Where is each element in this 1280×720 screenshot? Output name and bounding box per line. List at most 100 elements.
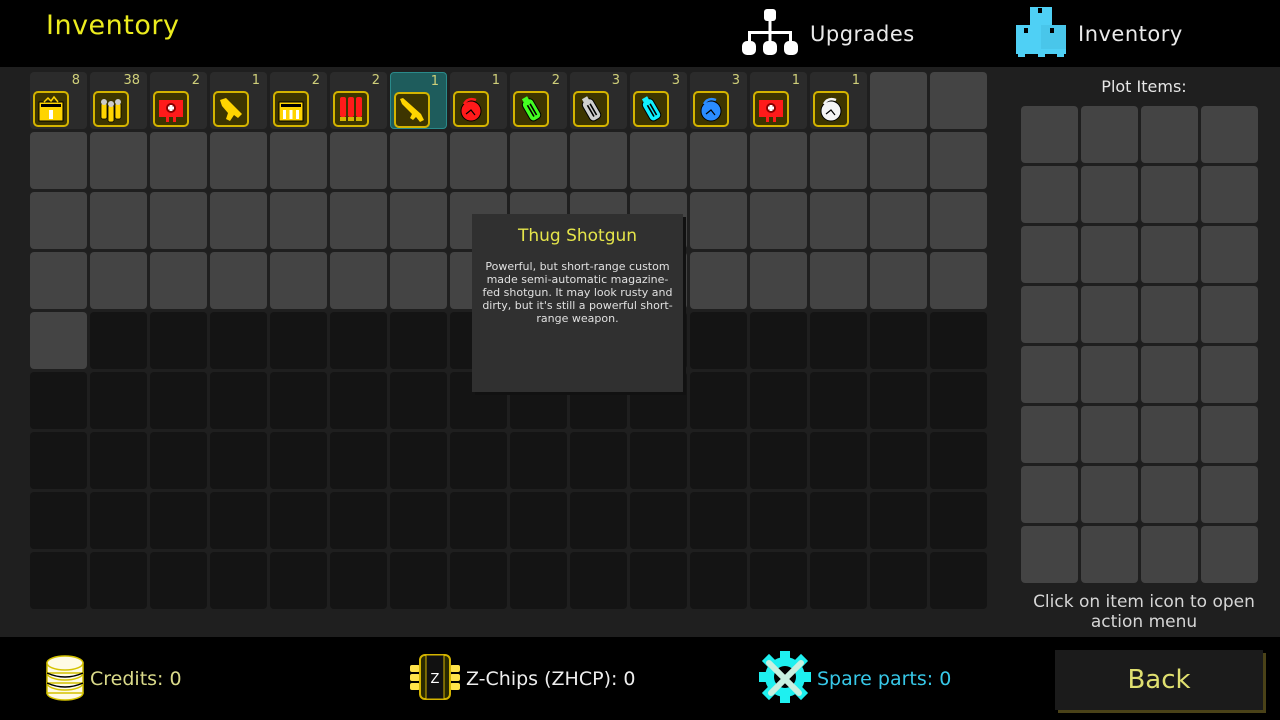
inventory-slot-empty[interactable]: [330, 252, 387, 309]
shotgun-icon[interactable]: [394, 92, 430, 128]
inventory-slot-empty[interactable]: [690, 132, 747, 189]
inventory-slot-item[interactable]: 2: [270, 72, 327, 129]
plot-item-slot[interactable]: [1201, 406, 1258, 463]
inventory-slot-empty[interactable]: [150, 192, 207, 249]
plot-item-slot[interactable]: [1141, 226, 1198, 283]
plot-item-slot[interactable]: [1021, 106, 1078, 163]
smg-icon[interactable]: [213, 91, 249, 127]
tab-upgrades[interactable]: Upgrades: [740, 8, 915, 60]
inventory-slot-empty[interactable]: [810, 132, 867, 189]
plot-item-slot[interactable]: [1141, 406, 1198, 463]
inventory-slot-empty[interactable]: [30, 132, 87, 189]
shells-icon[interactable]: [333, 91, 369, 127]
battery-pack-icon[interactable]: [33, 91, 69, 127]
inventory-slot-item[interactable]: 1: [450, 72, 507, 129]
inventory-slot-empty[interactable]: [30, 192, 87, 249]
inventory-slot-empty[interactable]: [870, 72, 927, 129]
plot-item-slot[interactable]: [1201, 106, 1258, 163]
inventory-slot-item[interactable]: 38: [90, 72, 147, 129]
canister-icon[interactable]: [573, 91, 609, 127]
plot-item-slot[interactable]: [1201, 286, 1258, 343]
inventory-slot-empty[interactable]: [210, 192, 267, 249]
plot-item-slot[interactable]: [1201, 166, 1258, 223]
plot-item-slot[interactable]: [1081, 166, 1138, 223]
inventory-slot-empty[interactable]: [570, 132, 627, 189]
inventory-slot-item[interactable]: 3: [570, 72, 627, 129]
inventory-slot-empty[interactable]: [750, 132, 807, 189]
canister-icon[interactable]: [513, 91, 549, 127]
inventory-slot-empty[interactable]: [270, 132, 327, 189]
inventory-slot-empty[interactable]: [390, 252, 447, 309]
plot-item-slot[interactable]: [1021, 286, 1078, 343]
plot-item-slot[interactable]: [1081, 286, 1138, 343]
inventory-slot-empty[interactable]: [210, 132, 267, 189]
inventory-slot-item[interactable]: 2: [150, 72, 207, 129]
inventory-slot-empty[interactable]: [930, 192, 987, 249]
inventory-slot-empty[interactable]: [270, 192, 327, 249]
inventory-slot-item[interactable]: 2: [510, 72, 567, 129]
inventory-slot-item[interactable]: 1: [750, 72, 807, 129]
plot-item-slot[interactable]: [1021, 466, 1078, 523]
inventory-slot-empty[interactable]: [330, 192, 387, 249]
inventory-slot-item[interactable]: 1: [390, 72, 447, 129]
inventory-slot-empty[interactable]: [30, 252, 87, 309]
inventory-slot-empty[interactable]: [930, 252, 987, 309]
inventory-slot-empty[interactable]: [690, 252, 747, 309]
inventory-slot-empty[interactable]: [90, 192, 147, 249]
plot-item-slot[interactable]: [1021, 526, 1078, 583]
inventory-slot-empty[interactable]: [690, 192, 747, 249]
plot-item-slot[interactable]: [1081, 466, 1138, 523]
inventory-slot-empty[interactable]: [390, 132, 447, 189]
back-button[interactable]: Back: [1055, 650, 1263, 710]
inventory-slot-empty[interactable]: [870, 252, 927, 309]
inventory-slot-empty[interactable]: [450, 132, 507, 189]
inventory-slot-empty[interactable]: [930, 132, 987, 189]
inventory-slot-empty[interactable]: [510, 132, 567, 189]
inventory-slot-empty[interactable]: [30, 312, 87, 369]
inventory-slot-empty[interactable]: [150, 132, 207, 189]
inventory-slot-item[interactable]: 8: [30, 72, 87, 129]
bullets-icon[interactable]: [93, 91, 129, 127]
inventory-slot-empty[interactable]: [90, 132, 147, 189]
inventory-slot-empty[interactable]: [210, 252, 267, 309]
inventory-slot-empty[interactable]: [870, 192, 927, 249]
inventory-slot-empty[interactable]: [270, 252, 327, 309]
tab-inventory[interactable]: Inventory: [1014, 7, 1183, 60]
plot-item-slot[interactable]: [1201, 226, 1258, 283]
plot-item-slot[interactable]: [1021, 346, 1078, 403]
medkit-icon[interactable]: [753, 91, 789, 127]
medkit-icon[interactable]: [153, 91, 189, 127]
plot-item-slot[interactable]: [1081, 106, 1138, 163]
canister-icon[interactable]: [633, 91, 669, 127]
inventory-slot-empty[interactable]: [870, 132, 927, 189]
inventory-slot-empty[interactable]: [750, 192, 807, 249]
plot-item-slot[interactable]: [1141, 106, 1198, 163]
plot-item-slot[interactable]: [1141, 166, 1198, 223]
grenade-icon[interactable]: [693, 91, 729, 127]
inventory-slot-item[interactable]: 1: [810, 72, 867, 129]
plot-item-slot[interactable]: [1081, 226, 1138, 283]
plot-item-slot[interactable]: [1021, 226, 1078, 283]
plot-item-slot[interactable]: [1021, 406, 1078, 463]
inventory-slot-empty[interactable]: [750, 252, 807, 309]
inventory-slot-empty[interactable]: [810, 192, 867, 249]
plot-item-slot[interactable]: [1081, 346, 1138, 403]
inventory-slot-item[interactable]: 2: [330, 72, 387, 129]
inventory-slot-item[interactable]: 3: [630, 72, 687, 129]
energy-cells-icon[interactable]: [273, 91, 309, 127]
inventory-slot-empty[interactable]: [150, 252, 207, 309]
plot-item-slot[interactable]: [1201, 346, 1258, 403]
plot-item-slot[interactable]: [1021, 166, 1078, 223]
grenade-icon[interactable]: [453, 91, 489, 127]
inventory-slot-empty[interactable]: [90, 252, 147, 309]
grenade-icon[interactable]: [813, 91, 849, 127]
inventory-slot-empty[interactable]: [630, 132, 687, 189]
inventory-slot-empty[interactable]: [930, 72, 987, 129]
plot-item-slot[interactable]: [1201, 466, 1258, 523]
plot-item-slot[interactable]: [1141, 526, 1198, 583]
inventory-slot-empty[interactable]: [330, 132, 387, 189]
plot-item-slot[interactable]: [1141, 346, 1198, 403]
inventory-slot-empty[interactable]: [810, 252, 867, 309]
plot-item-slot[interactable]: [1141, 466, 1198, 523]
plot-item-slot[interactable]: [1081, 526, 1138, 583]
